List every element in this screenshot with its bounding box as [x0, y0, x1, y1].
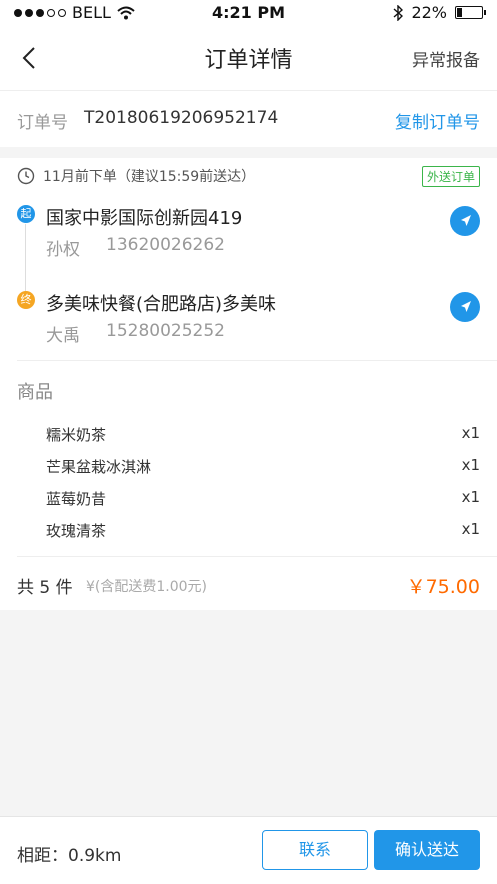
- clock-icon: [17, 167, 35, 185]
- start-navigate-button[interactable]: [450, 206, 480, 236]
- nav-bar: 订单详情 异常报备: [0, 26, 497, 90]
- order-number-value: T20180619206952174: [84, 108, 279, 128]
- goods-name: 玫瑰清茶: [46, 522, 107, 540]
- battery-icon: [455, 6, 486, 19]
- goods-list: 糯米奶茶 x1 芒果盆栽冰淇淋 x1 蓝莓奶昔 x1 玫瑰清茶 x1: [0, 418, 497, 546]
- start-contact-phone[interactable]: 13620026262: [106, 235, 225, 260]
- copy-order-number-button[interactable]: 复制订单号: [395, 108, 480, 133]
- goods-qty: x1: [461, 488, 480, 506]
- goods-qty: x1: [461, 520, 480, 538]
- battery-fill: [457, 8, 462, 17]
- report-exception-button[interactable]: 异常报备: [412, 46, 480, 71]
- contact-button[interactable]: 联系: [262, 830, 368, 870]
- delivery-fee-note: ¥(含配送费1.00元): [86, 579, 208, 595]
- navigation-arrow-icon: [461, 215, 471, 226]
- delivery-type-tag: 外送订单: [421, 166, 480, 187]
- start-address: 国家中影国际创新园419: [46, 208, 243, 229]
- end-contact: 大禹 15280025252: [46, 321, 225, 346]
- route-line: [25, 224, 26, 298]
- start-badge: 起: [17, 205, 35, 223]
- divider: [17, 360, 497, 361]
- end-badge: 终: [17, 291, 35, 309]
- divider: [17, 556, 497, 557]
- end-navigate-button[interactable]: [450, 292, 480, 322]
- order-number-label: 订单号: [17, 113, 68, 133]
- distance-label: 相距：0.9km: [17, 846, 122, 866]
- status-right: 22%: [393, 3, 486, 22]
- bluetooth-icon: [393, 4, 404, 21]
- goods-qty: x1: [461, 424, 480, 442]
- confirm-delivery-button[interactable]: 确认送达: [374, 830, 480, 870]
- list-item: 蓝莓奶昔 x1: [0, 482, 497, 514]
- goods-name: 蓝莓奶昔: [46, 490, 107, 508]
- goods-name: 糯米奶茶: [46, 426, 107, 444]
- order-card: 11月前下单（建议15:59前送达） 外送订单 起 国家中影国际创新园419 孙…: [0, 158, 497, 610]
- end-contact-name: 大禹: [46, 326, 80, 346]
- end-address: 多美味快餐(合肥路店)多美味: [46, 294, 277, 315]
- goods-qty: x1: [461, 456, 480, 474]
- list-item: 玫瑰清茶 x1: [0, 514, 497, 546]
- navigation-arrow-icon: [461, 301, 471, 312]
- total-price: ￥75.00: [406, 576, 480, 598]
- end-contact-phone[interactable]: 15280025252: [106, 321, 225, 346]
- battery-percent: 22%: [411, 3, 447, 22]
- list-item: 糯米奶茶 x1: [0, 418, 497, 450]
- order-number-row: 订单号 T20180619206952174 复制订单号: [0, 90, 497, 147]
- delivery-time-text: 11月前下单（建议15:59前送达）: [43, 169, 256, 185]
- status-bar: BELL 4:21 PM 22%: [0, 0, 497, 26]
- goods-section-title: 商品: [17, 382, 53, 403]
- list-item: 芒果盆栽冰淇淋 x1: [0, 450, 497, 482]
- goods-name: 芒果盆栽冰淇淋: [46, 458, 152, 476]
- start-contact: 孙权 13620026262: [46, 235, 225, 260]
- start-contact-name: 孙权: [46, 240, 80, 260]
- item-count: 共 5 件: [17, 578, 73, 598]
- delivery-time-line: 11月前下单（建议15:59前送达）: [17, 166, 255, 186]
- bottom-action-bar: 相距：0.9km 联系 确认送达: [0, 816, 497, 884]
